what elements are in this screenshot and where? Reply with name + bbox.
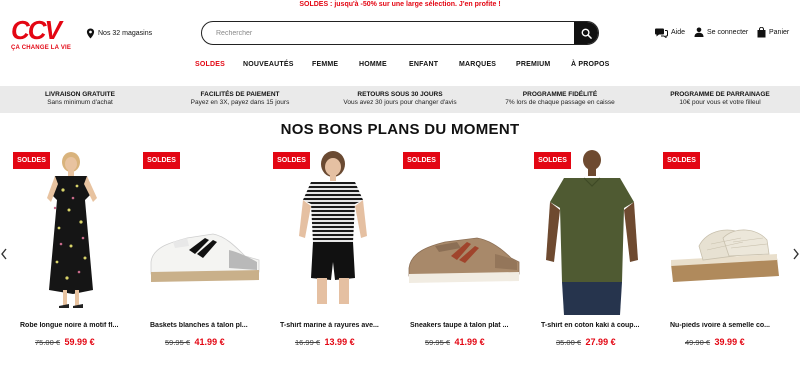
product-price: 59.95 € 41.99 €: [165, 337, 225, 347]
product-image: [671, 229, 779, 282]
site-header: CCV ÇA CHANGE LA VIE Nos 32 magasins Aid…: [0, 9, 800, 57]
benefit-title: FACILITÉS DE PAIEMENT: [200, 91, 280, 98]
benefit-subtitle: Payez en 3X, payez dans 15 jours: [190, 99, 290, 106]
benefit-title: LIVRAISON GRATUITE: [45, 91, 115, 98]
search-input[interactable]: [202, 22, 572, 44]
old-price: 59.95 €: [165, 338, 191, 347]
benefit-free-delivery[interactable]: LIVRAISON GRATUITE Sans minimum d'achat: [0, 86, 160, 113]
nav-item-homme[interactable]: HOMME: [359, 61, 387, 68]
benefit-title: PROGRAMME DE PARRAINAGE: [670, 91, 770, 98]
product-image: [47, 152, 97, 308]
nav-item-femme[interactable]: FEMME: [312, 61, 338, 68]
product-card[interactable]: SOLDES Robe longue noire à motif fl... 7…: [13, 150, 133, 355]
product-price: 16.99 € 13.99 €: [295, 337, 355, 347]
product-price: 75.00 € 59.99 €: [35, 337, 95, 347]
nav-item-a-propos[interactable]: À PROPOS: [571, 61, 610, 68]
product-name[interactable]: T-shirt marine à rayures ave...: [280, 322, 398, 329]
main-nav: SOLDES NOUVEAUTÉS FEMME HOMME ENFANT MAR…: [0, 61, 800, 73]
nav-item-premium[interactable]: PREMIUM: [516, 61, 550, 68]
ccv-logo[interactable]: CCV ÇA CHANGE LA VIE: [11, 17, 81, 57]
benefit-referral[interactable]: PROGRAMME DE PARRAINAGE 10€ pour vous et…: [640, 86, 800, 113]
product-name[interactable]: Robe longue noire à motif fl...: [20, 322, 138, 329]
store-locator-link[interactable]: Nos 32 magasins: [86, 28, 152, 39]
product-carousel: SOLDES Robe longue noire à motif fl... 7…: [0, 150, 800, 360]
nav-item-marques[interactable]: MARQUES: [459, 61, 496, 68]
logo-mark: CCV: [11, 15, 62, 45]
product-image: [299, 151, 367, 304]
product-image: [408, 237, 520, 283]
benefit-returns[interactable]: RETOURS SOUS 30 JOURS Vous avez 30 jours…: [320, 86, 480, 113]
nav-item-enfant[interactable]: ENFANT: [409, 61, 438, 68]
help-link[interactable]: Aide: [655, 27, 685, 38]
benefit-payment-options[interactable]: FACILITÉS DE PAIEMENT Payez en 3X, payez…: [160, 86, 320, 113]
old-price: 59.95 €: [425, 338, 451, 347]
nav-item-soldes[interactable]: SOLDES: [195, 61, 225, 68]
product-name[interactable]: Sneakers taupe à talon plat ...: [410, 322, 528, 329]
benefit-subtitle: 7% lors de chaque passage en caisse: [505, 99, 615, 106]
chevron-right-icon[interactable]: [792, 248, 800, 260]
sale-badge: SOLDES: [663, 152, 700, 169]
nav-item-nouveautes[interactable]: NOUVEAUTÉS: [243, 61, 294, 68]
old-price: 35.00 €: [556, 338, 582, 347]
search-button[interactable]: [574, 22, 598, 44]
sale-price: 27.99 €: [585, 337, 616, 347]
help-label: Aide: [671, 29, 686, 36]
product-card[interactable]: SOLDES T-shirt marine à rayures ave... 1…: [273, 150, 393, 355]
benefit-loyalty[interactable]: PROGRAMME FIDÉLITÉ 7% lors de chaque pas…: [480, 86, 640, 113]
benefit-subtitle: 10€ pour vous et votre filleul: [679, 99, 761, 106]
product-name[interactable]: T-shirt en coton kaki à coup...: [541, 322, 659, 329]
product-price: 35.00 € 27.99 €: [556, 337, 616, 347]
sale-badge: SOLDES: [13, 152, 50, 169]
cart-link[interactable]: Panier: [757, 27, 789, 38]
product-name[interactable]: Nu-pieds ivoire à semelle co...: [670, 322, 788, 329]
cart-label: Panier: [769, 29, 790, 36]
sale-badge: SOLDES: [143, 152, 180, 169]
benefits-band: LIVRAISON GRATUITE Sans minimum d'achat …: [0, 86, 800, 113]
benefit-title: RETOURS SOUS 30 JOURS: [357, 91, 443, 98]
sale-price: 59.99 €: [64, 337, 95, 347]
product-price: 49.90 € 39.99 €: [685, 337, 745, 347]
bag-icon: [757, 27, 766, 38]
old-price: 75.00 €: [35, 338, 61, 347]
user-icon: [694, 27, 704, 37]
sale-price: 39.99 €: [714, 337, 745, 347]
sale-badge: SOLDES: [534, 152, 571, 169]
logo-tagline: ÇA CHANGE LA VIE: [11, 45, 72, 51]
old-price: 16.99 €: [295, 338, 321, 347]
benefit-subtitle: Vous avez 30 jours pour changer d'avis: [343, 99, 457, 106]
product-card[interactable]: SOLDES Baskets blanches à talon pl... 59…: [143, 150, 263, 355]
sale-price: 13.99 €: [324, 337, 355, 347]
product-image: [546, 150, 638, 315]
product-price: 59.95 € 41.99 €: [425, 337, 485, 347]
chat-icon: [655, 28, 668, 38]
search-icon: [581, 28, 592, 39]
chevron-left-icon[interactable]: [0, 248, 8, 260]
sale-price: 41.99 €: [454, 337, 485, 347]
sale-badge: SOLDES: [403, 152, 440, 169]
product-card[interactable]: SOLDES Sneakers taupe à talon plat ... 5…: [403, 150, 523, 355]
map-pin-icon: [86, 28, 95, 39]
search-bar: [201, 21, 599, 45]
product-card[interactable]: SOLDES Nu-pieds ivoire à semelle co... 4…: [663, 150, 783, 355]
login-link[interactable]: Se connecter: [694, 27, 748, 37]
old-price: 49.90 €: [685, 338, 711, 347]
promo-banner[interactable]: SOLDES : jusqu'à -50% sur une large séle…: [0, 0, 800, 9]
product-card[interactable]: SOLDES T-shirt en coton kaki à coup... 3…: [534, 150, 654, 355]
product-name[interactable]: Baskets blanches à talon pl...: [150, 322, 268, 329]
login-label: Se connecter: [707, 28, 749, 36]
benefit-subtitle: Sans minimum d'achat: [47, 99, 113, 106]
benefit-title: PROGRAMME FIDÉLITÉ: [522, 91, 598, 98]
product-image: [150, 233, 260, 282]
store-locator-label: Nos 32 magasins: [98, 30, 153, 37]
section-title: NOS BONS PLANS DU MOMENT: [280, 121, 520, 138]
sale-price: 41.99 €: [194, 337, 225, 347]
sale-badge: SOLDES: [273, 152, 310, 169]
